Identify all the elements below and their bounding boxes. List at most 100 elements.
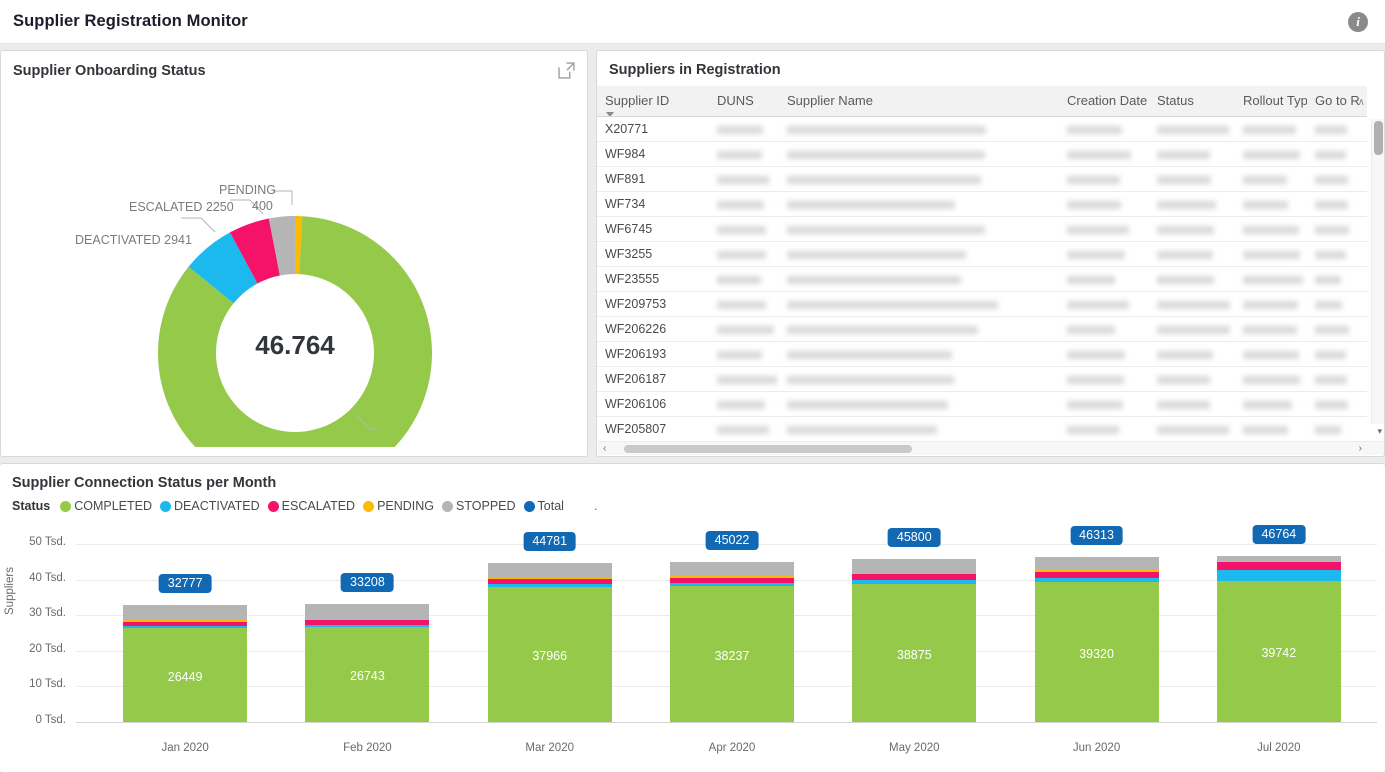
bar-segment-stopped[interactable]	[488, 563, 612, 578]
bar-segment-pending[interactable]	[852, 573, 976, 574]
table-row[interactable]: WF6745	[597, 217, 1367, 242]
bar-segment-escalated[interactable]	[670, 578, 794, 583]
column-header-duns[interactable]: DUNS	[709, 86, 779, 117]
table-row[interactable]: WF206187	[597, 367, 1367, 392]
column-header-creation-date[interactable]: Creation Date	[1059, 86, 1149, 117]
legend-item-stopped[interactable]: STOPPED	[442, 499, 516, 513]
cell-redacted	[1149, 117, 1235, 142]
column-header-rollout-type[interactable]: Rollout Type	[1235, 86, 1307, 117]
chevron-left-icon[interactable]: ‹	[603, 443, 606, 454]
column-header-supplier-name[interactable]: Supplier Name	[779, 86, 1059, 117]
chevron-up-icon[interactable]: ∧	[1358, 97, 1365, 108]
legend-item-pending[interactable]: PENDING	[363, 499, 434, 513]
total-value-badge[interactable]: 32777	[159, 574, 212, 593]
chevron-right-icon[interactable]: ›	[1359, 443, 1362, 454]
donut-svg	[1, 87, 589, 447]
bar-segment-escalated[interactable]	[1035, 572, 1159, 579]
total-value-badge[interactable]: 46313	[1070, 526, 1123, 545]
bar-segment-stopped[interactable]	[852, 559, 976, 573]
cell-redacted	[1235, 367, 1307, 392]
bar-segment-deactivated[interactable]	[852, 580, 976, 583]
horizontal-scrollbar-thumb[interactable]	[624, 445, 912, 453]
total-value-badge[interactable]: 46764	[1252, 525, 1305, 544]
table-row[interactable]: WF3255	[597, 242, 1367, 267]
table-row[interactable]: WF984	[597, 142, 1367, 167]
expand-icon[interactable]	[558, 62, 575, 79]
cell-redacted	[1149, 242, 1235, 267]
total-value-badge[interactable]: 33208	[341, 573, 394, 592]
table-row[interactable]: WF206193	[597, 342, 1367, 367]
total-value-badge[interactable]: 45800	[888, 528, 941, 547]
stacked-bar[interactable]: 26743	[305, 604, 429, 722]
cell-redacted	[1149, 192, 1235, 217]
bar-segment-stopped[interactable]	[305, 604, 429, 619]
stacked-bar[interactable]: 39742	[1217, 556, 1341, 722]
vertical-scrollbar[interactable]	[1371, 119, 1384, 424]
bar-segment-deactivated[interactable]	[123, 626, 247, 628]
bar-segment-pending[interactable]	[1035, 570, 1159, 571]
table-row[interactable]: WF209753	[597, 292, 1367, 317]
bar-segment-escalated[interactable]	[305, 620, 429, 624]
column-header-supplier-id[interactable]: Supplier ID	[597, 86, 709, 117]
cell-redacted	[709, 267, 779, 292]
bar-segment-stopped[interactable]	[1217, 556, 1341, 561]
bar-segment-stopped[interactable]	[123, 605, 247, 620]
legend-item-deactivated[interactable]: DEACTIVATED	[160, 499, 260, 513]
info-icon[interactable]: i	[1348, 12, 1368, 32]
bar-segment-escalated[interactable]	[852, 574, 976, 580]
redacted-value	[717, 326, 774, 334]
bar-segment-escalated[interactable]	[1217, 562, 1341, 570]
table-row[interactable]: WF206106	[597, 392, 1367, 417]
table-row[interactable]: WF23555	[597, 267, 1367, 292]
table-row[interactable]: WF206226	[597, 317, 1367, 342]
bar-segment-pending[interactable]	[1217, 561, 1341, 562]
bar-segment-deactivated[interactable]	[1035, 578, 1159, 582]
x-axis-tick: Apr 2020	[670, 742, 794, 754]
stacked-bar[interactable]: 37966	[488, 563, 612, 722]
bar-segment-stopped[interactable]	[670, 562, 794, 577]
horizontal-scrollbar[interactable]: ‹ ›	[598, 441, 1384, 455]
x-axis-tick: Jul 2020	[1217, 742, 1341, 754]
redacted-value	[1157, 401, 1210, 409]
stacked-bar[interactable]: 38875	[852, 559, 976, 722]
column-header-go-to-r[interactable]: Go to R ∧	[1307, 86, 1367, 117]
sort-descending-icon	[606, 112, 614, 117]
cell-redacted	[1149, 342, 1235, 367]
bar-segment-deactivated[interactable]	[670, 583, 794, 586]
legend-item-completed[interactable]: COMPLETED	[60, 499, 152, 513]
bar-segment-escalated[interactable]	[123, 622, 247, 626]
legend-item-escalated[interactable]: ESCALATED	[268, 499, 355, 513]
cell-redacted	[709, 342, 779, 367]
legend-item-total[interactable]: Total	[524, 499, 564, 513]
cell-redacted	[779, 242, 1059, 267]
bar-segment-pending[interactable]	[305, 619, 429, 620]
bar-segment-deactivated[interactable]	[305, 625, 429, 627]
total-value-badge[interactable]: 44781	[523, 532, 576, 551]
stacked-bar[interactable]: 39320	[1035, 557, 1159, 722]
chevron-down-icon[interactable]: ▾	[1377, 426, 1382, 437]
cell-redacted	[1307, 242, 1367, 267]
bar-segment-pending[interactable]	[488, 578, 612, 579]
bar-segment-pending[interactable]	[123, 620, 247, 621]
total-value-badge[interactable]: 45022	[706, 531, 759, 550]
table-row[interactable]: WF734	[597, 192, 1367, 217]
cell-redacted	[709, 167, 779, 192]
bar-value-label: 37966	[488, 649, 612, 663]
table-row[interactable]: WF891	[597, 167, 1367, 192]
bar-segment-deactivated[interactable]	[1217, 570, 1341, 580]
cell-redacted	[1235, 417, 1307, 442]
bar-segment-deactivated[interactable]	[488, 584, 612, 586]
table-row[interactable]: X20771	[597, 117, 1367, 142]
cell-supplier-id: WF734	[597, 192, 709, 217]
cell-redacted	[1235, 342, 1307, 367]
table-row[interactable]: WF205807	[597, 417, 1367, 442]
bar-segment-stopped[interactable]	[1035, 557, 1159, 570]
cell-redacted	[1149, 417, 1235, 442]
legend-overflow-indicator[interactable]: .	[594, 499, 597, 513]
column-header-status[interactable]: Status	[1149, 86, 1235, 117]
bar-segment-escalated[interactable]	[488, 579, 612, 584]
bar-segment-pending[interactable]	[670, 576, 794, 577]
stacked-bar[interactable]: 38237	[670, 562, 794, 722]
vertical-scrollbar-thumb[interactable]	[1374, 121, 1383, 155]
stacked-bar[interactable]: 26449	[123, 605, 247, 722]
